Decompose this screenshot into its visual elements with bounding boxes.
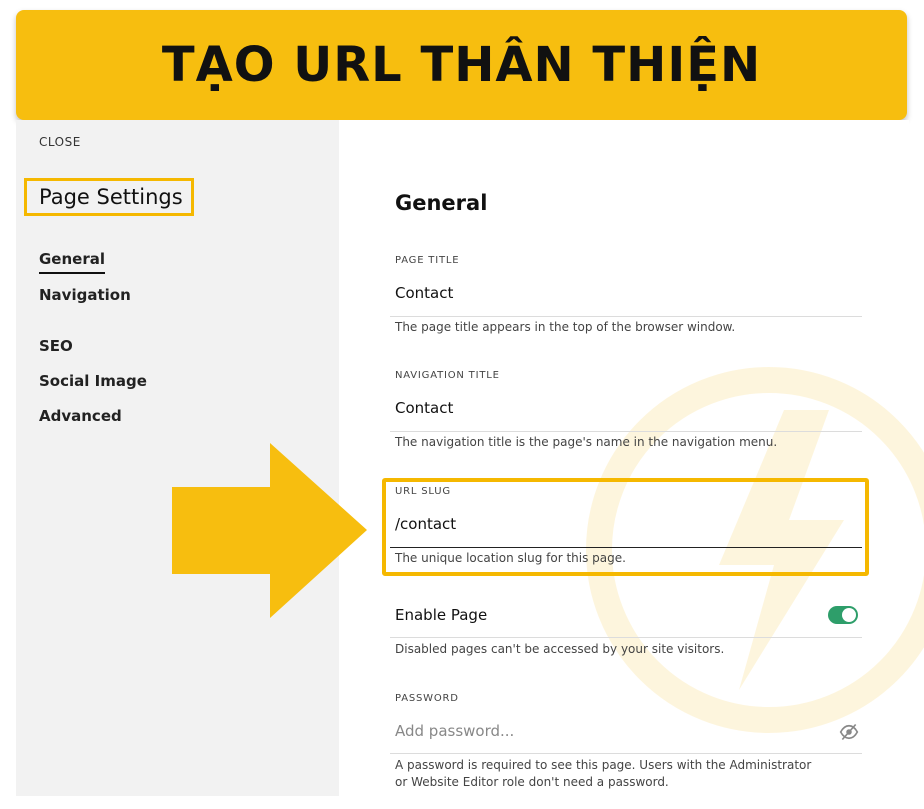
title-banner: TẠO URL THÂN THIỆN — [16, 10, 907, 120]
url-slug-label: URL SLUG — [395, 486, 451, 497]
url-slug-help: The unique location slug for this page. — [395, 551, 626, 565]
right-arrow-icon — [172, 443, 367, 618]
password-help: A password is required to see this page.… — [395, 758, 812, 789]
page-title-divider — [390, 316, 862, 317]
sidebar-item-general[interactable]: General — [39, 250, 105, 274]
enable-page-divider — [390, 637, 862, 638]
page-title-label: PAGE TITLE — [395, 255, 460, 266]
navigation-title-divider — [390, 431, 862, 432]
navigation-title-label: NAVIGATION TITLE — [395, 370, 500, 381]
navigation-title-input[interactable]: Contact — [395, 399, 453, 417]
eye-slash-icon[interactable] — [839, 722, 859, 742]
enable-page-label: Enable Page — [395, 606, 488, 624]
close-button[interactable]: CLOSE — [39, 135, 81, 149]
password-divider — [390, 753, 862, 754]
page-settings-title: Page Settings — [39, 185, 183, 209]
page-title-help: The page title appears in the top of the… — [395, 320, 736, 334]
page-settings-highlight: Page Settings — [24, 178, 194, 216]
url-slug-input[interactable]: /contact — [395, 515, 456, 533]
sidebar-item-social-image[interactable]: Social Image — [39, 372, 147, 390]
section-heading: General — [395, 191, 488, 215]
password-input[interactable]: Add password... — [395, 722, 514, 740]
password-label: PASSWORD — [395, 693, 459, 704]
enable-page-help: Disabled pages can't be accessed by your… — [395, 642, 725, 656]
enable-page-toggle[interactable] — [828, 606, 858, 624]
url-slug-divider — [390, 547, 862, 548]
banner-title: TẠO URL THÂN THIỆN — [161, 37, 762, 93]
sidebar-item-advanced[interactable]: Advanced — [39, 407, 122, 425]
general-settings-panel: General PAGE TITLE Contact The page titl… — [339, 120, 924, 796]
sidebar-item-navigation[interactable]: Navigation — [39, 286, 131, 304]
page-title-input[interactable]: Contact — [395, 284, 453, 302]
toggle-knob — [842, 608, 856, 622]
navigation-title-help: The navigation title is the page's name … — [395, 435, 778, 449]
sidebar-item-seo[interactable]: SEO — [39, 337, 73, 355]
